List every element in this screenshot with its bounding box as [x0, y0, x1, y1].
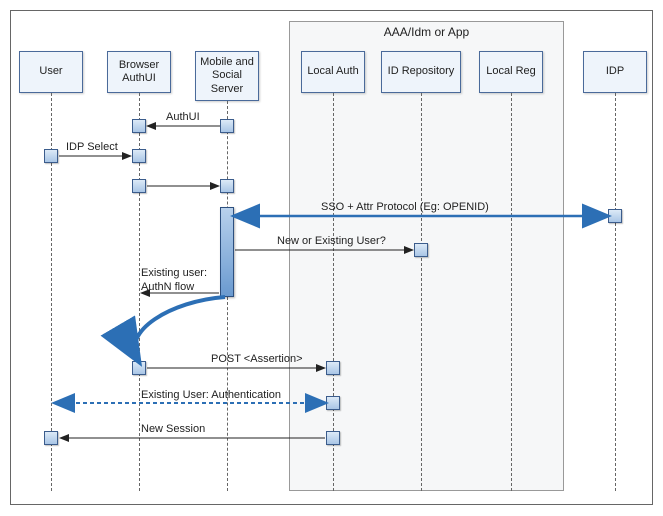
participant-localreg: Local Reg [479, 51, 543, 93]
event-box [326, 361, 340, 375]
event-box [608, 209, 622, 223]
participant-label: IDP [606, 65, 624, 78]
event-box [132, 149, 146, 163]
participant-label: Mobile and Social Server [198, 56, 256, 96]
activation-bar [220, 207, 234, 297]
msg-label-existauth: Existing User: Authentication [141, 389, 281, 401]
msg-label-idpselect: IDP Select [66, 141, 118, 153]
lifeline-idrepo [421, 93, 422, 491]
msg-label-sso: SSO + Attr Protocol (Eg: OPENID) [321, 201, 489, 213]
participant-mss: Mobile and Social Server [195, 51, 259, 101]
aaa-group-label: AAA/Idm or App [289, 25, 564, 39]
event-box [44, 149, 58, 163]
participant-label: User [39, 65, 62, 78]
participant-label: Local Auth [307, 65, 358, 78]
event-box [132, 179, 146, 193]
participant-idrepo: ID Repository [381, 51, 461, 93]
msg-label-existl1: Existing user: [141, 267, 207, 279]
msg-label-postassert: POST <Assertion> [211, 353, 303, 365]
msg-label-authui: AuthUI [166, 111, 200, 123]
participant-localauth: Local Auth [301, 51, 365, 93]
event-box [132, 361, 146, 375]
event-box [220, 119, 234, 133]
event-box [220, 179, 234, 193]
participant-idp: IDP [583, 51, 647, 93]
lifeline-idp [615, 93, 616, 491]
event-box [326, 396, 340, 410]
msg-label-newexist: New or Existing User? [277, 235, 386, 247]
diagram-container: AAA/Idm or App User Browser AuthUI Mobil… [10, 10, 653, 505]
event-box [414, 243, 428, 257]
msg-label-existl2: AuthN flow [141, 281, 194, 293]
event-box [132, 119, 146, 133]
participant-label: Local Reg [486, 65, 536, 78]
participant-browser: Browser AuthUI [107, 51, 171, 93]
event-box [326, 431, 340, 445]
event-box [44, 431, 58, 445]
participant-user: User [19, 51, 83, 93]
participant-label: ID Repository [388, 65, 455, 78]
participant-label: Browser AuthUI [110, 59, 168, 85]
msg-label-newsession: New Session [141, 423, 205, 435]
lifeline-localreg [511, 93, 512, 491]
